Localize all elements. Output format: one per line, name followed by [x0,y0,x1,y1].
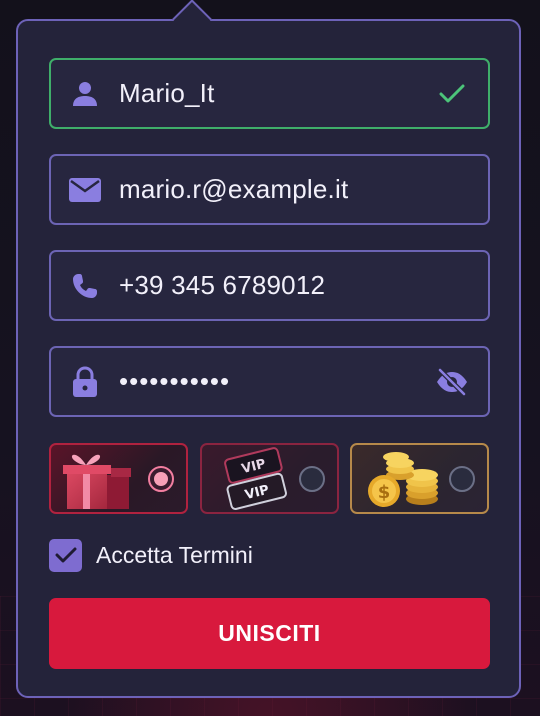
envelope-icon [69,174,101,206]
join-button[interactable]: UNISCITI [49,598,490,669]
lock-icon [69,365,101,398]
email-value: mario.r@example.it [119,174,349,204]
terms-label: Accetta Termini [96,541,253,568]
password-value: ••••••••••• [119,366,231,396]
user-icon [69,78,101,110]
terms-checkbox[interactable] [49,538,82,572]
phone-icon [69,270,101,302]
password-field[interactable]: ••••••••••• [49,346,490,417]
email-field[interactable]: mario.r@example.it [49,154,490,225]
bonus-option-gift[interactable] [49,443,188,514]
phone-field[interactable]: +39 345 6789012 [49,250,490,321]
bonus-radio-coins[interactable] [449,465,475,492]
bonus-option-vip[interactable]: VIP VIP [200,443,339,514]
terms-row[interactable]: Accetta Termini [49,537,253,573]
username-field[interactable]: Mario_It [49,58,490,129]
bonus-option-coins[interactable]: $ [350,443,489,514]
vip-cards-icon: VIP VIP [224,447,287,510]
check-icon [432,74,472,114]
gold-coins-icon: $ [368,452,438,507]
bonus-radio-gift[interactable] [148,465,174,492]
username-value: Mario_It [119,78,215,108]
check-icon [55,547,76,563]
phone-value: +39 345 6789012 [119,270,326,300]
bonus-radio-vip[interactable] [299,465,325,492]
eye-slash-icon[interactable] [432,362,472,402]
gift-icon [63,454,131,509]
svg-text:$: $ [378,482,391,503]
